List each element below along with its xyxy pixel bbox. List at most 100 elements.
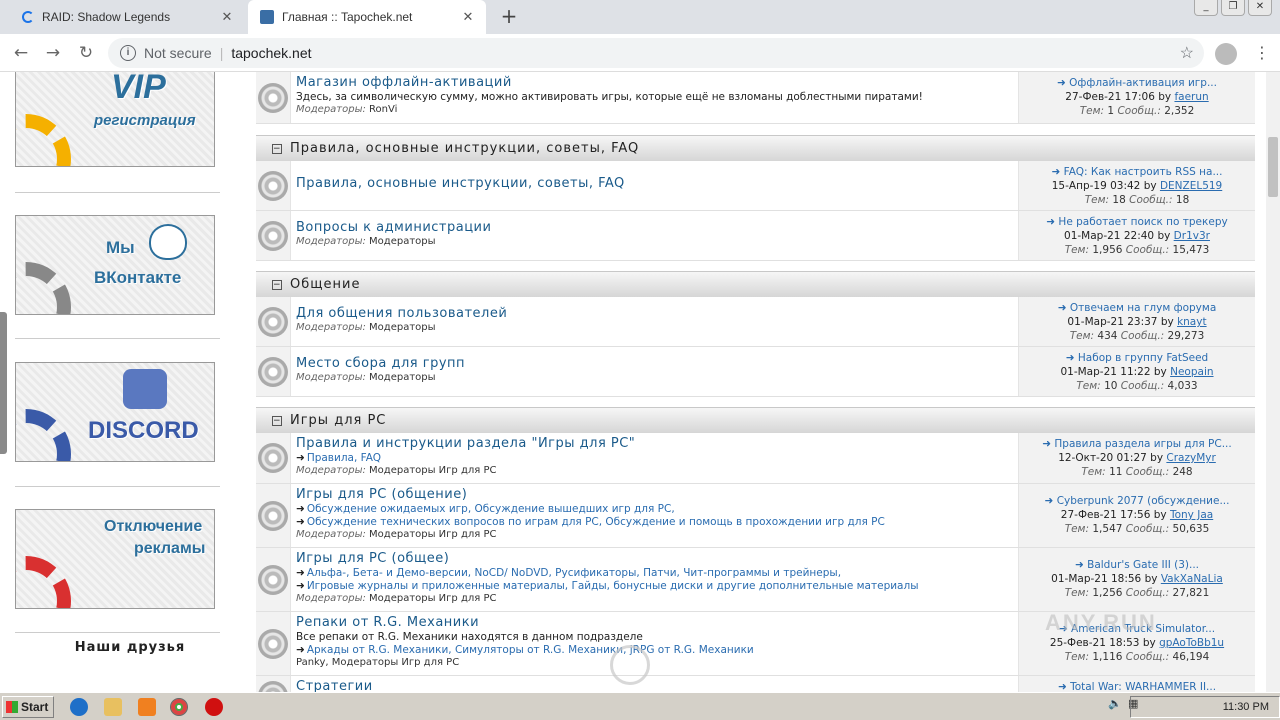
media-player-icon[interactable] [138, 698, 156, 716]
category-header[interactable]: − Правила, основные инструкции, советы, … [256, 135, 1255, 161]
by-label: by [1153, 366, 1167, 378]
speaker-icon[interactable]: 🔈 [1108, 697, 1122, 711]
last-post-author[interactable]: VakXaNaLia [1161, 573, 1223, 585]
last-post: ➜ Total War: WARHAMMER II... [1018, 676, 1255, 692]
topics-count: 1,547 [1092, 523, 1123, 535]
by-label: by [1158, 91, 1172, 103]
category-title[interactable]: Игры для PC [290, 413, 386, 428]
category-title[interactable]: Общение [290, 277, 360, 292]
last-post-title[interactable]: FAQ: Как настроить RSS на... [1064, 166, 1223, 178]
mods-value[interactable]: RonVi [369, 104, 397, 115]
close-icon[interactable]: ✕ [460, 9, 476, 25]
mods-value[interactable]: Модераторы Игр для PC [369, 465, 496, 476]
mods-value[interactable]: Модераторы Игр для PC [369, 593, 496, 604]
posts-count: 15,473 [1172, 244, 1210, 256]
subforum-links[interactable]: Обсуждение технических вопросов по играм… [307, 516, 885, 528]
discord-icon [123, 369, 167, 409]
forward-arrow-icon[interactable]: → [42, 42, 64, 64]
tab-tapochek[interactable]: Главная :: Tapochek.net ✕ [248, 0, 486, 34]
last-post-author[interactable]: Dr1v3r [1174, 230, 1210, 242]
new-tab-button[interactable]: + [498, 6, 520, 28]
address-bar[interactable]: i Not secure | tapochek.net ☆ [108, 38, 1204, 68]
posts-label: Сообщ.: [1125, 523, 1170, 535]
forum-title[interactable]: Игры для PC (общее) [296, 551, 1016, 566]
reload-icon[interactable]: ↻ [75, 42, 97, 64]
forum-title[interactable]: Место сбора для групп [296, 356, 1016, 371]
category-title[interactable]: Правила, основные инструкции, советы, FA… [290, 141, 639, 156]
tab-title: RAID: Shadow Legends [42, 10, 171, 24]
subforum-links[interactable]: Правила, FAQ [307, 452, 381, 464]
category-header[interactable]: − Общение [256, 271, 1255, 297]
forum-title[interactable]: Правила и инструкции раздела "Игры для P… [296, 436, 1016, 451]
subforum-links[interactable]: Обсуждение ожидаемых игр, Обсуждение выш… [307, 503, 675, 515]
security-icon[interactable] [205, 698, 223, 716]
last-post-title[interactable]: Правила раздела игры для PC... [1054, 438, 1231, 450]
last-post-author[interactable]: DENZEL519 [1160, 180, 1222, 192]
last-post-title[interactable]: Cyberpunk 2077 (обсуждение... [1057, 495, 1230, 507]
last-post-author[interactable]: Neopain [1170, 366, 1213, 378]
banner-line1: Отключение [104, 518, 203, 535]
last-post-title[interactable]: Набор в группу FatSeed [1078, 352, 1208, 364]
subforum-links[interactable]: Альфа-, Бета- и Демо-версии, NoCD/ NoDVD… [307, 567, 841, 579]
chrome-icon[interactable] [170, 698, 188, 716]
restore-button[interactable]: ❐ [1221, 0, 1245, 16]
scrollbar-thumb[interactable] [1268, 137, 1278, 197]
sidebar: VIP регистрация Мы ВКонтакте DISCORD Отк… [0, 72, 250, 692]
clock[interactable]: 11:30 PM [1130, 696, 1280, 718]
start-button[interactable]: Start [2, 696, 54, 718]
gear-icon [16, 409, 71, 461]
ie-icon[interactable] [70, 698, 88, 716]
last-post-author[interactable]: Tony Jaa [1170, 509, 1213, 521]
vertical-scrollbar[interactable] [1266, 72, 1280, 692]
last-post-author[interactable]: CrazyMyr [1166, 452, 1215, 464]
collapse-icon[interactable]: − [272, 143, 282, 154]
subforum-links[interactable]: Аркады от R.G. Механики, Симуляторы от R… [307, 644, 754, 656]
collapse-icon[interactable]: − [272, 415, 282, 426]
menu-kebab-icon[interactable]: ⋮ [1254, 43, 1270, 62]
profile-avatar[interactable] [1215, 43, 1237, 65]
posts-count: 2,352 [1164, 105, 1195, 117]
last-post-author[interactable]: faerun [1174, 91, 1208, 103]
not-secure-label: Not secure [144, 45, 212, 61]
side-panel-handle[interactable] [0, 312, 7, 454]
forum-gear-icon [258, 220, 288, 251]
folder-icon[interactable] [104, 698, 122, 716]
page-viewport: VIP регистрация Мы ВКонтакте DISCORD Отк… [0, 72, 1266, 692]
by-label: by [1160, 316, 1174, 328]
forum-title[interactable]: Вопросы к администрации [296, 220, 1016, 235]
ads-off-banner[interactable]: Отключение рекламы [15, 509, 215, 609]
mods-value[interactable]: Panky, Модераторы Игр для PC [296, 657, 459, 668]
posts-count: 27,821 [1172, 587, 1210, 599]
last-post-title[interactable]: Total War: WARHAMMER II... [1070, 681, 1216, 692]
mods-value[interactable]: Модераторы [369, 322, 435, 333]
last-post-title[interactable]: Оффлайн-активация игр... [1069, 77, 1217, 89]
last-post-author[interactable]: gpAoToBb1u [1159, 637, 1224, 649]
bookmark-star-icon[interactable]: ☆ [1180, 43, 1194, 63]
mods-value[interactable]: Модераторы [369, 236, 435, 247]
collapse-icon[interactable]: − [272, 279, 282, 290]
last-post-title[interactable]: Отвечаем на глум форума [1070, 302, 1216, 314]
minimize-button[interactable]: _ [1194, 0, 1218, 16]
close-window-button[interactable]: ✕ [1248, 0, 1272, 16]
mods-value[interactable]: Модераторы Игр для PC [369, 529, 496, 540]
category-header[interactable]: − Игры для PC [256, 407, 1255, 433]
last-post-title[interactable]: Не работает поиск по трекеру [1058, 216, 1227, 228]
subforum-links[interactable]: Игровые журналы и приложенные материалы,… [307, 580, 919, 592]
tab-raid[interactable]: RAID: Shadow Legends ✕ [10, 0, 245, 34]
forum-title[interactable]: Репаки от R.G. Механики [296, 615, 1016, 630]
by-label: by [1142, 637, 1156, 649]
vip-registration-banner[interactable]: VIP регистрация [15, 72, 215, 167]
last-post-title[interactable]: Baldur's Gate III (3)... [1087, 559, 1199, 571]
close-icon[interactable]: ✕ [219, 9, 235, 25]
vkontakte-banner[interactable]: Мы ВКонтакте [15, 215, 215, 315]
forum-title[interactable]: Стратегии [296, 679, 1016, 692]
mods-value[interactable]: Модераторы [369, 372, 435, 383]
discord-banner[interactable]: DISCORD [15, 362, 215, 462]
forum-title[interactable]: Правила, основные инструкции, советы, FA… [296, 176, 1016, 191]
forum-title[interactable]: Магазин оффлайн-активаций [296, 75, 1016, 90]
info-icon[interactable]: i [120, 45, 136, 61]
forum-title[interactable]: Игры для PC (общение) [296, 487, 1016, 502]
last-post-author[interactable]: knayt [1177, 316, 1207, 328]
back-arrow-icon[interactable]: ← [10, 42, 32, 64]
forum-title[interactable]: Для общения пользователей [296, 306, 1016, 321]
